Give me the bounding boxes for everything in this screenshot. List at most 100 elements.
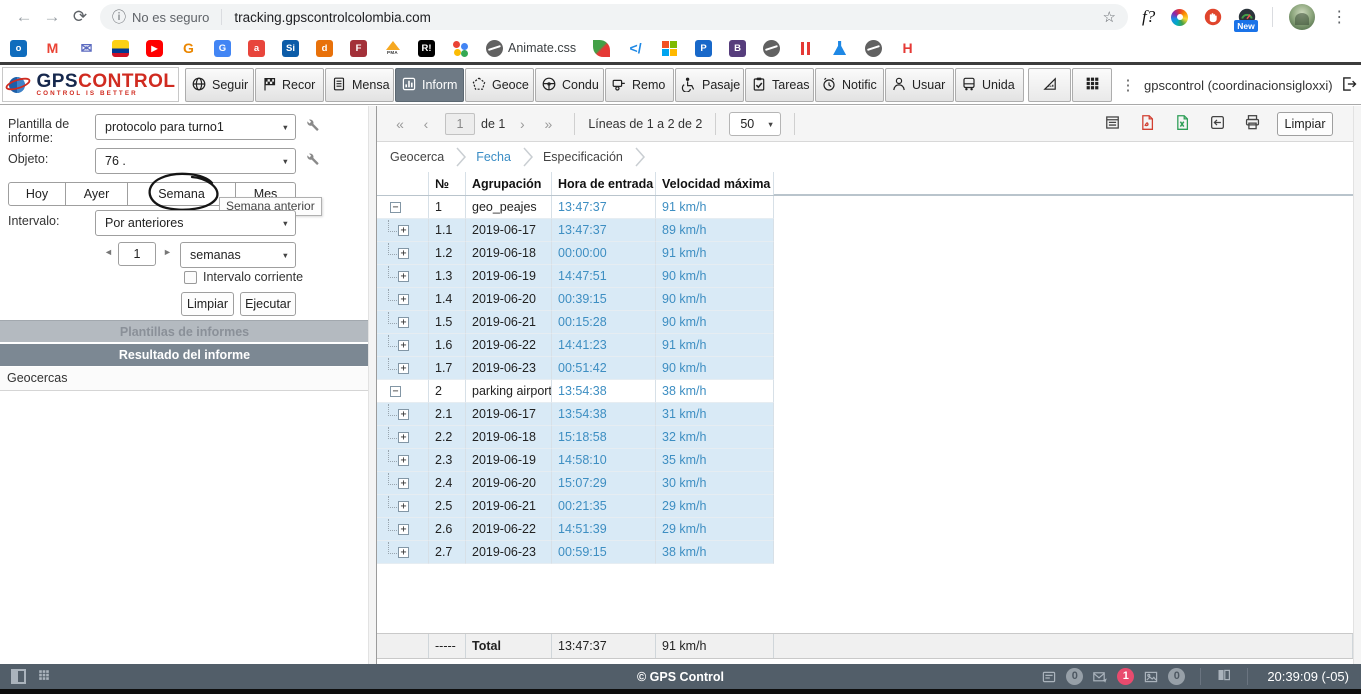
tab-conductores[interactable]: Condu (535, 68, 604, 102)
bookmark-g-orange[interactable]: G (180, 40, 197, 57)
today-button[interactable]: Hoy (9, 183, 65, 205)
import-report-button[interactable] (1209, 114, 1226, 134)
report-clear-button[interactable]: Limpiar (1277, 112, 1333, 136)
expand-plus-icon[interactable]: + (398, 432, 409, 443)
bookmark-flask[interactable] (831, 40, 848, 57)
page-number-input[interactable]: 1 (445, 113, 475, 135)
bookmark-color-dots[interactable] (452, 40, 469, 57)
expand-plus-icon[interactable]: + (398, 478, 409, 489)
table-row[interactable]: +1.32019-06-1914:47:5190 km/h (377, 265, 1353, 288)
expand-plus-icon[interactable]: + (398, 501, 409, 512)
table-row[interactable]: +1.22019-06-1800:00:0091 km/h (377, 242, 1353, 265)
sidebar-clear-button[interactable]: Limpiar (181, 292, 234, 316)
tools-button[interactable] (1028, 68, 1071, 102)
table-row[interactable]: +1.72019-06-2300:51:4290 km/h (377, 357, 1353, 380)
tab-remolques[interactable]: Remo (605, 68, 674, 102)
table-row[interactable]: +2.72019-06-2300:59:1538 km/h (377, 541, 1353, 564)
address-bar[interactable]: ⓘ No es seguro tracking.gpscontrolcolomb… (100, 4, 1128, 30)
view-report-button[interactable] (1104, 114, 1121, 134)
bookmark-a-red[interactable]: a (248, 40, 265, 57)
apps-grid-button[interactable] (1072, 68, 1112, 102)
expand-plus-icon[interactable]: + (398, 271, 409, 282)
bookmark-r-exclaim[interactable]: R! (418, 40, 435, 57)
templates-section-header[interactable]: Plantillas de informes (0, 320, 369, 342)
bookmark-animate-css[interactable]: Animate.css (486, 40, 576, 57)
bookmark-code[interactable]: </ (627, 40, 644, 57)
expand-plus-icon[interactable]: + (398, 294, 409, 305)
bookmark-d-orange[interactable]: d (316, 40, 333, 57)
execute-button[interactable]: Ejecutar (240, 292, 296, 316)
expand-plus-icon[interactable]: + (398, 409, 409, 420)
bookmark-youtube[interactable]: ▶ (146, 40, 163, 57)
bookmark-microsoft[interactable] (661, 40, 678, 57)
tab-usuarios[interactable]: Usuar (885, 68, 954, 102)
table-row[interactable]: −2parking airport13:54:3838 km/h (377, 380, 1353, 403)
layout-columns-icon[interactable] (1216, 667, 1232, 686)
logged-in-user[interactable]: gpscontrol (coordinacionsigloxxi) (1144, 78, 1340, 93)
header-more-icon[interactable]: ⋮ (1112, 76, 1144, 94)
next-page-icon[interactable]: › (509, 116, 535, 132)
breadcrumb-especificación[interactable]: Especificación (543, 150, 623, 164)
bookmark-translate[interactable]: G (214, 40, 231, 57)
prev-page-icon[interactable]: ‹ (413, 116, 439, 132)
table-row[interactable]: +1.62019-06-2214:41:2391 km/h (377, 334, 1353, 357)
bookmark-colombia[interactable] (112, 40, 129, 57)
table-row[interactable]: +2.32019-06-1914:58:1035 km/h (377, 449, 1353, 472)
bookmark-star-icon[interactable]: ☆ (1103, 8, 1116, 26)
bookmark-pma[interactable]: PMA (384, 40, 401, 57)
current-interval-checkbox[interactable] (184, 271, 197, 284)
interval-count-input[interactable]: 1 (118, 242, 156, 266)
bookmark-p-blue[interactable]: P (695, 40, 712, 57)
tab-recorridos[interactable]: Recor (255, 68, 324, 102)
bookmark-leaf[interactable] (593, 40, 610, 57)
bookmark-f-darkred[interactable]: F (350, 40, 367, 57)
back-icon[interactable]: ← (10, 7, 38, 27)
bookmark-globe-1[interactable] (763, 40, 780, 57)
expand-plus-icon[interactable]: + (398, 524, 409, 535)
yesterday-button[interactable]: Ayer (65, 183, 127, 205)
tab-informes[interactable]: Inform (395, 68, 464, 102)
expand-plus-icon[interactable]: + (398, 547, 409, 558)
tab-unidades[interactable]: Unida (955, 68, 1024, 102)
expand-plus-icon[interactable]: + (398, 340, 409, 351)
reload-icon[interactable]: ⟳ (66, 7, 94, 27)
tab-mensajes[interactable]: Mensa (325, 68, 394, 102)
tab-tareas[interactable]: Tareas (745, 68, 814, 102)
table-row[interactable]: +1.12019-06-1713:47:3789 km/h (377, 219, 1353, 242)
photos-icon[interactable] (1143, 669, 1159, 685)
table-row[interactable]: +2.22019-06-1815:18:5832 km/h (377, 426, 1353, 449)
export-excel-button[interactable] (1174, 114, 1191, 134)
interval-select[interactable]: Por anteriores (95, 210, 296, 236)
expand-plus-icon[interactable]: + (398, 455, 409, 466)
tab-notificaciones[interactable]: Notific (815, 68, 884, 102)
tab-geocercas[interactable]: Geoce (465, 68, 534, 102)
mailarrow-icon[interactable] (1092, 669, 1108, 685)
collapse-minus-icon[interactable]: − (390, 202, 401, 213)
bookmark-bootstrap[interactable]: B (729, 40, 746, 57)
bookmark-gmail[interactable]: M (44, 40, 61, 57)
bookmark-si[interactable]: Si (282, 40, 299, 57)
template-select[interactable]: protocolo para turno1 (95, 114, 296, 140)
first-page-icon[interactable]: « (387, 116, 413, 132)
bookmark-h-red[interactable]: H (899, 40, 916, 57)
result-item-geocercas[interactable]: Geocercas (0, 367, 369, 391)
tab-seguimiento[interactable]: Seguir (185, 68, 254, 102)
adblock-extension-icon[interactable] (1204, 8, 1222, 26)
table-row[interactable]: −1geo_peajes13:47:3791 km/h (377, 196, 1353, 219)
sidebar-scrollbar[interactable] (368, 106, 376, 664)
table-row[interactable]: +2.62019-06-2214:51:3929 km/h (377, 518, 1353, 541)
msglist-icon[interactable] (1041, 669, 1057, 685)
table-row[interactable]: +1.52019-06-2100:15:2890 km/h (377, 311, 1353, 334)
report-scrollbar[interactable] (1353, 106, 1361, 664)
expand-plus-icon[interactable]: + (398, 317, 409, 328)
url-text[interactable]: tracking.gpscontrolcolombia.com (234, 10, 431, 25)
expand-plus-icon[interactable]: + (398, 248, 409, 259)
result-section-header[interactable]: Resultado del informe (0, 344, 369, 366)
object-wrench-icon[interactable] (305, 152, 320, 170)
bookmark-globe-2[interactable] (865, 40, 882, 57)
export-pdf-button[interactable] (1139, 114, 1156, 134)
template-wrench-icon[interactable] (305, 118, 320, 136)
expand-plus-icon[interactable]: + (398, 225, 409, 236)
expand-plus-icon[interactable]: + (398, 363, 409, 374)
color-wheel-extension-icon[interactable] (1171, 9, 1188, 26)
